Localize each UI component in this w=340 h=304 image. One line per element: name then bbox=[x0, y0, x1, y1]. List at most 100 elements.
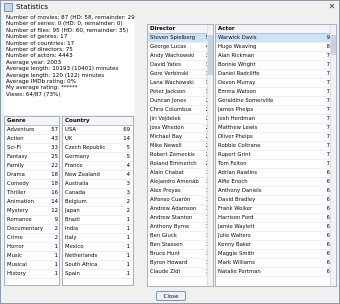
genre-row[interactable]: History 1 bbox=[5, 270, 59, 279]
country-row[interactable]: Spain 1 bbox=[63, 270, 133, 279]
genre-row[interactable]: Musical 1 bbox=[5, 261, 59, 270]
country-row[interactable]: Czech Republic 5 bbox=[63, 144, 133, 153]
genre-row[interactable]: Adventure 57 bbox=[5, 126, 59, 135]
country-row[interactable]: India 1 bbox=[63, 225, 133, 234]
actor-row[interactable]: Frank Welker 6 bbox=[216, 205, 336, 214]
genre-row[interactable]: Crime 2 bbox=[5, 234, 59, 243]
director-row[interactable]: Andrew Stanton1 bbox=[148, 214, 213, 223]
genre-row[interactable]: Family 22 bbox=[5, 162, 59, 171]
actor-scrollbar[interactable] bbox=[330, 25, 336, 286]
country-header[interactable]: Country bbox=[63, 117, 133, 126]
actor-row[interactable]: Hugo Weaving 8 bbox=[216, 43, 336, 52]
actor-scroll-thumb[interactable] bbox=[331, 35, 336, 55]
country-row[interactable]: Brazil 1 bbox=[63, 216, 133, 225]
actor-row[interactable]: Alfie Enoch 6 bbox=[216, 178, 336, 187]
director-row[interactable]: Claude Zidi1 bbox=[148, 268, 213, 277]
genre-row[interactable]: Documentary 2 bbox=[5, 225, 59, 234]
actor-row[interactable]: Rupert Grint 7 bbox=[216, 151, 336, 160]
actor-row[interactable]: Warwick Davis 9 bbox=[216, 34, 336, 43]
actor-row[interactable]: Julie Walters 6 bbox=[216, 232, 336, 241]
country-row[interactable]: Belgium 2 bbox=[63, 198, 133, 207]
actor-row[interactable]: Géraldine Somerville 7 bbox=[216, 97, 336, 106]
director-row[interactable]: Gore Verbinski3 bbox=[148, 70, 213, 79]
genre-list[interactable]: Genre Adventure 57 Action 43 Sci-Fi 33 Fantasy… bbox=[4, 116, 60, 286]
genre-row[interactable]: Comedy 18 bbox=[5, 180, 59, 189]
genre-row[interactable]: Drama 18 bbox=[5, 171, 59, 180]
genre-row[interactable]: Animation 14 bbox=[5, 198, 59, 207]
actor-row[interactable]: Devon Murray 7 bbox=[216, 79, 336, 88]
director-scrollbar[interactable] bbox=[207, 25, 213, 286]
director-row[interactable]: Peter Jackson3 bbox=[148, 88, 213, 97]
director-row[interactable]: Chris Columbus2 bbox=[148, 106, 213, 115]
director-header[interactable]: Director bbox=[148, 25, 213, 34]
actor-list[interactable]: Actor Warwick Davis 9 Hugo Weaving 8 Alan Ri… bbox=[215, 24, 337, 287]
genre-row[interactable]: Action 43 bbox=[5, 135, 59, 144]
director-row[interactable]: Bruce Hunt1 bbox=[148, 250, 213, 259]
actor-header[interactable]: Actor bbox=[216, 25, 336, 34]
actor-row[interactable]: Josh Herdman 7 bbox=[216, 115, 336, 124]
director-row[interactable]: David Yates3 bbox=[148, 61, 213, 70]
actor-row[interactable]: Oliver Phelps 7 bbox=[216, 133, 336, 142]
director-row[interactable]: George Lucas4 bbox=[148, 43, 213, 52]
actor-row[interactable]: Bonnie Wright 7 bbox=[216, 61, 336, 70]
director-row[interactable]: Michael Bay2 bbox=[148, 133, 213, 142]
country-row[interactable]: Mexico 1 bbox=[63, 243, 133, 252]
director-row[interactable]: Joss Whedon2 bbox=[148, 124, 213, 133]
actor-row[interactable]: Maggie Smith 6 bbox=[216, 250, 336, 259]
actor-row[interactable]: Adrian Rawlins 6 bbox=[216, 169, 336, 178]
country-row[interactable]: France 4 bbox=[63, 162, 133, 171]
actor-row[interactable]: Alan Rickman 7 bbox=[216, 52, 336, 61]
actor-row[interactable]: Mark Williams 6 bbox=[216, 259, 336, 268]
country-row[interactable]: UK 14 bbox=[63, 135, 133, 144]
actor-row[interactable]: Daniel Radcliffe 7 bbox=[216, 70, 336, 79]
actor-row[interactable]: Anthony Daniels 6 bbox=[216, 187, 336, 196]
genre-row[interactable]: Mystery 12 bbox=[5, 207, 59, 216]
actor-row[interactable]: Kenny Baker 6 bbox=[216, 241, 336, 250]
genre-row[interactable]: Sci-Fi 33 bbox=[5, 144, 59, 153]
country-row[interactable]: Japan 2 bbox=[63, 207, 133, 216]
actor-row[interactable]: Harrison Ford 6 bbox=[216, 214, 336, 223]
director-row[interactable]: Andrew Adamson1 bbox=[148, 205, 213, 214]
director-row[interactable]: Lana Wachowski3 bbox=[148, 79, 213, 88]
director-row[interactable]: Ben Gluck1 bbox=[148, 232, 213, 241]
country-row[interactable]: Germany 5 bbox=[63, 153, 133, 162]
close-icon[interactable]: ✕ bbox=[327, 1, 337, 13]
director-row[interactable]: Duncan Jones2 bbox=[148, 97, 213, 106]
director-row[interactable]: Anthony Byrne1 bbox=[148, 223, 213, 232]
genre-row[interactable]: Romance 9 bbox=[5, 216, 59, 225]
actor-row[interactable]: Robbie Coltrane 7 bbox=[216, 142, 336, 151]
country-row[interactable]: New Zealand 4 bbox=[63, 171, 133, 180]
director-row[interactable]: Jiri Vejdelek2 bbox=[148, 115, 213, 124]
genre-row[interactable]: Horror 1 bbox=[5, 243, 59, 252]
country-row[interactable]: USA 69 bbox=[63, 126, 133, 135]
genre-header[interactable]: Genre bbox=[5, 117, 59, 126]
genre-row[interactable]: Music 1 bbox=[5, 252, 59, 261]
director-list[interactable]: Director Steven Spielberg5George Lucas4A… bbox=[147, 24, 214, 287]
director-row[interactable]: Byron Howard1 bbox=[148, 259, 213, 268]
director-row[interactable]: Alfonso Cuarón1 bbox=[148, 196, 213, 205]
actor-row[interactable]: David Bradley 6 bbox=[216, 196, 336, 205]
country-row[interactable]: Canada 3 bbox=[63, 189, 133, 198]
director-row[interactable]: Steven Spielberg5 bbox=[148, 34, 213, 43]
actor-row[interactable]: Emma Watson 7 bbox=[216, 88, 336, 97]
actor-row[interactable]: Jamie Waylett 6 bbox=[216, 223, 336, 232]
genre-row[interactable]: Thriller 16 bbox=[5, 189, 59, 198]
actor-row[interactable]: James Phelps 7 bbox=[216, 106, 336, 115]
country-row[interactable]: Netherlands 1 bbox=[63, 252, 133, 261]
director-row[interactable]: Alejandro Amenábar1 bbox=[148, 178, 213, 187]
actor-row[interactable]: Tom Felton 7 bbox=[216, 160, 336, 169]
director-scroll-thumb[interactable] bbox=[208, 35, 213, 75]
director-row[interactable]: Alain Chabat1 bbox=[148, 169, 213, 178]
director-row[interactable]: Robert Zemeckis2 bbox=[148, 151, 213, 160]
country-row[interactable]: Australia 3 bbox=[63, 180, 133, 189]
director-row[interactable]: Ben Stassen1 bbox=[148, 241, 213, 250]
director-row[interactable]: Roland Emmerich2 bbox=[148, 160, 213, 169]
country-row[interactable]: South Africa 1 bbox=[63, 261, 133, 270]
close-button[interactable]: Close bbox=[156, 291, 186, 301]
title-bar[interactable]: Statistics ✕ bbox=[1, 1, 339, 14]
country-row[interactable]: Italy 1 bbox=[63, 234, 133, 243]
director-row[interactable]: Andy Wachowski3 bbox=[148, 52, 213, 61]
director-row[interactable]: Alex Proyas1 bbox=[148, 187, 213, 196]
actor-row[interactable]: Matthew Lewis 7 bbox=[216, 124, 336, 133]
director-row[interactable]: Mike Newell2 bbox=[148, 142, 213, 151]
